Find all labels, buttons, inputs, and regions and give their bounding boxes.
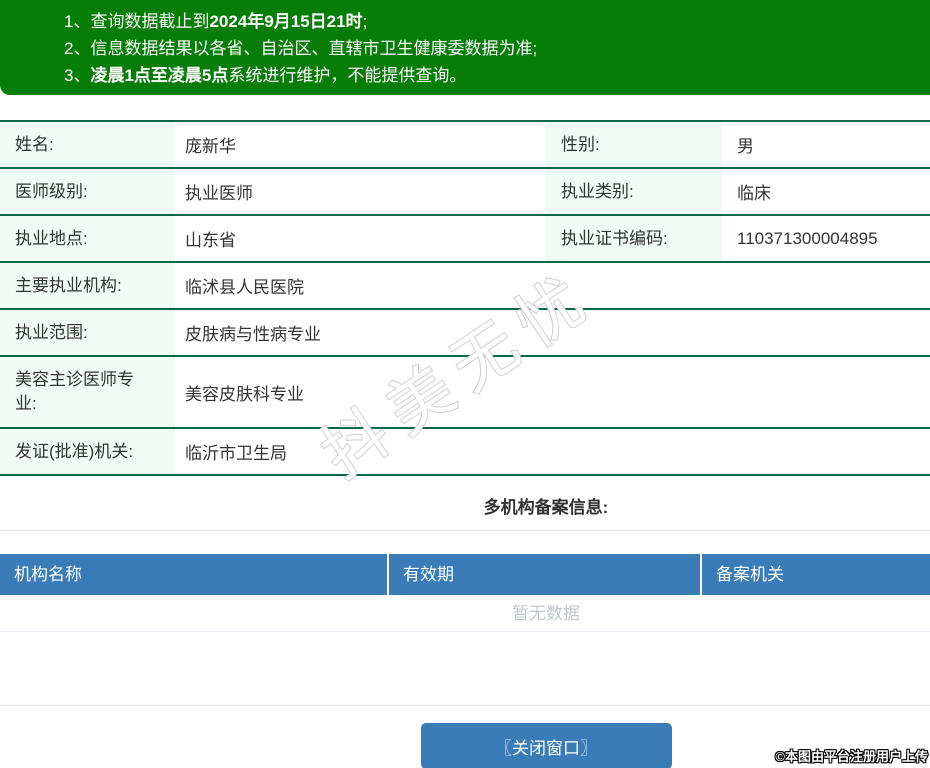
table-row: 执业地点: 山东省 执业证书编码: 110371300004895 [0,215,930,262]
cert-no-label: 执业证书编码: [546,215,722,262]
notice-item-2: 2、信息数据结果以各省、自治区、直辖市卫生健康委数据为准; [64,35,930,62]
issuer-value: 临沂市卫生局 [175,428,930,475]
name-label: 姓名: [0,121,175,168]
table-row: 姓名: 庞新华 性别: 男 [0,121,930,168]
notice-item-3: 3、凌晨1点至凌晨5点系统进行维护，不能提供查询。 [64,62,930,89]
name-value: 庞新华 [175,121,546,168]
notice-bold-text: 凌晨1点至凌晨5点 [90,66,228,85]
main-org-value: 临沭县人民医院 [175,262,930,309]
location-value: 山东省 [175,215,546,262]
divider [0,530,930,531]
table-row: 执业范围: 皮肤病与性病专业 [0,309,930,356]
notice-text: 查询数据截止到 [90,12,209,31]
table-row: 发证(批准)机关: 临沂市卫生局 [0,428,930,475]
column-header-record-authority: 备案机关 [702,554,930,595]
cert-no-value: 110371300004895 [722,215,930,262]
issuer-label: 发证(批准)机关: [0,428,175,475]
main-org-label: 主要执业机构: [0,262,175,309]
close-window-button[interactable]: 〖关闭窗口〗 [421,723,672,768]
column-header-org-name: 机构名称 [0,554,389,595]
notice-item-1: 1、查询数据截止到2024年9月15日21时; [64,8,930,35]
corner-upload-watermark: ©本图由平台注册用户上传 [775,746,928,765]
notice-text-after: 系统进行维护，不能提供查询。 [228,66,466,85]
table-row: 医师级别: 执业医师 执业类别: 临床 [0,168,930,215]
notice-text: 信息数据结果以各省、自治区、直辖市卫生健康委数据为准; [90,39,537,58]
notice-banner: 1、查询数据截止到2024年9月15日21时; 2、信息数据结果以各省、自治区、… [0,0,930,95]
doctor-info-table: 姓名: 庞新华 性别: 男 医师级别: 执业医师 执业类别: 临床 执业地点: … [0,120,930,476]
notice-number: 3、 [64,66,90,85]
notice-number: 2、 [64,39,90,58]
notice-number: 1、 [64,12,90,31]
table-row: 美容主诊医师专业: 美容皮肤科专业 [0,356,930,428]
level-label: 医师级别: [0,168,175,215]
scope-value: 皮肤病与性病专业 [175,309,930,356]
category-value: 临床 [722,168,930,215]
gender-value: 男 [722,121,930,168]
notice-bold-text: 2024年9月15日21时 [209,12,362,31]
empty-data-placeholder: 暂无数据 [0,595,930,632]
location-label: 执业地点: [0,215,175,262]
level-value: 执业医师 [175,168,546,215]
cosmetic-specialty-value: 美容皮肤科专业 [175,356,930,428]
table-row: 主要执业机构: 临沭县人民医院 [0,262,930,309]
page-content: 1、查询数据截止到2024年9月15日21时; 2、信息数据结果以各省、自治区、… [0,0,930,768]
cosmetic-specialty-label: 美容主诊医师专业: [0,356,175,428]
notice-text-after: ; [363,12,368,31]
scope-label: 执业范围: [0,309,175,356]
multi-org-section-title: 多机构备案信息: [0,493,930,515]
gender-label: 性别: [546,121,722,168]
registration-table-header: 机构名称 有效期 备案机关 [0,554,930,595]
column-header-valid-period: 有效期 [389,554,702,595]
category-label: 执业类别: [546,168,722,215]
divider [0,705,930,706]
